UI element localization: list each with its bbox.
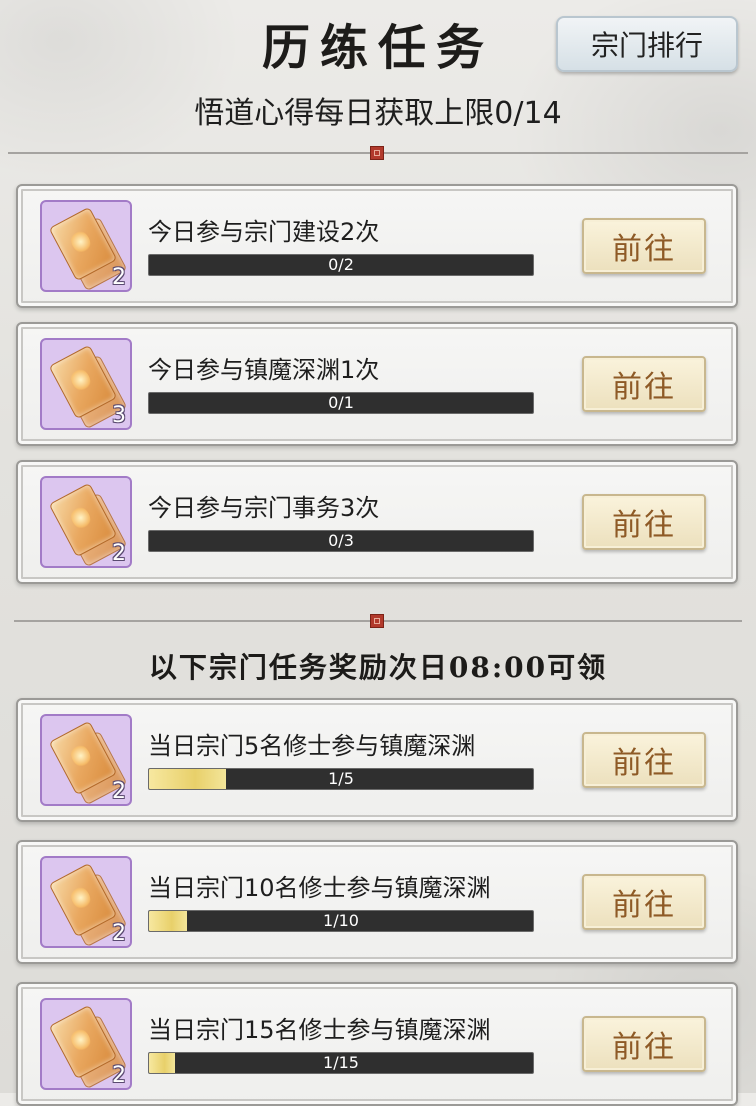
sect-tasks-heading: 以下宗门任务奖励次日08:00可领 [148, 651, 608, 684]
reward-count: 2 [112, 541, 126, 566]
progress-text: 1/5 [328, 769, 354, 788]
reward-icon-box[interactable]: 2 [40, 476, 132, 568]
reward-icon-box[interactable]: 2 [40, 998, 132, 1090]
task-description: 当日宗门15名修士参与镇魔深渊 [148, 1016, 491, 1044]
progress-text: 0/1 [328, 393, 354, 412]
daily-limit-text: 悟道心得每日获取上限0/14 [194, 96, 562, 131]
go-button[interactable]: 前往 [582, 874, 706, 930]
seal-icon [370, 146, 384, 160]
task-description: 今日参与宗门建设2次 [148, 218, 380, 246]
progress-bar: 1/15 [148, 1052, 534, 1074]
sect-task-card: 2 当日宗门15名修士参与镇魔深渊 1/15 前往 [16, 982, 738, 1106]
progress-text: 1/15 [323, 1053, 359, 1072]
go-button[interactable]: 前往 [582, 732, 706, 788]
progress-bar: 1/10 [148, 910, 534, 932]
go-button[interactable]: 前往 [582, 494, 706, 550]
reward-count: 2 [112, 921, 126, 946]
progress-bar: 0/1 [148, 392, 534, 414]
sect-ranking-button[interactable]: 宗门排行 [556, 16, 738, 72]
seal-icon [370, 614, 384, 628]
reward-icon-box[interactable]: 2 [40, 714, 132, 806]
progress-bar: 1/5 [148, 768, 534, 790]
task-card: 2 今日参与宗门建设2次 0/2 前往 [16, 184, 738, 308]
task-description: 今日参与镇魔深渊1次 [148, 356, 380, 384]
sect-task-card: 2 当日宗门10名修士参与镇魔深渊 1/10 前往 [16, 840, 738, 964]
task-description: 当日宗门10名修士参与镇魔深渊 [148, 874, 491, 902]
progress-bar: 0/2 [148, 254, 534, 276]
reward-count: 2 [112, 1063, 126, 1088]
task-description: 当日宗门5名修士参与镇魔深渊 [148, 732, 476, 760]
task-card: 2 今日参与宗门事务3次 0/3 前往 [16, 460, 738, 584]
go-button[interactable]: 前往 [582, 218, 706, 274]
task-card: 3 今日参与镇魔深渊1次 0/1 前往 [16, 322, 738, 446]
progress-text: 0/2 [328, 255, 354, 274]
progress-text: 1/10 [323, 911, 359, 930]
reward-count: 2 [112, 779, 126, 804]
reward-icon-box[interactable]: 2 [40, 200, 132, 292]
reward-icon-box[interactable]: 2 [40, 856, 132, 948]
reward-count: 2 [112, 265, 126, 290]
progress-text: 0/3 [328, 531, 354, 550]
go-button[interactable]: 前往 [582, 356, 706, 412]
reward-icon-box[interactable]: 3 [40, 338, 132, 430]
reward-count: 3 [112, 403, 126, 428]
sect-task-card: 2 当日宗门5名修士参与镇魔深渊 1/5 前往 [16, 698, 738, 822]
task-description: 今日参与宗门事务3次 [148, 494, 380, 522]
progress-bar: 0/3 [148, 530, 534, 552]
go-button[interactable]: 前往 [582, 1016, 706, 1072]
